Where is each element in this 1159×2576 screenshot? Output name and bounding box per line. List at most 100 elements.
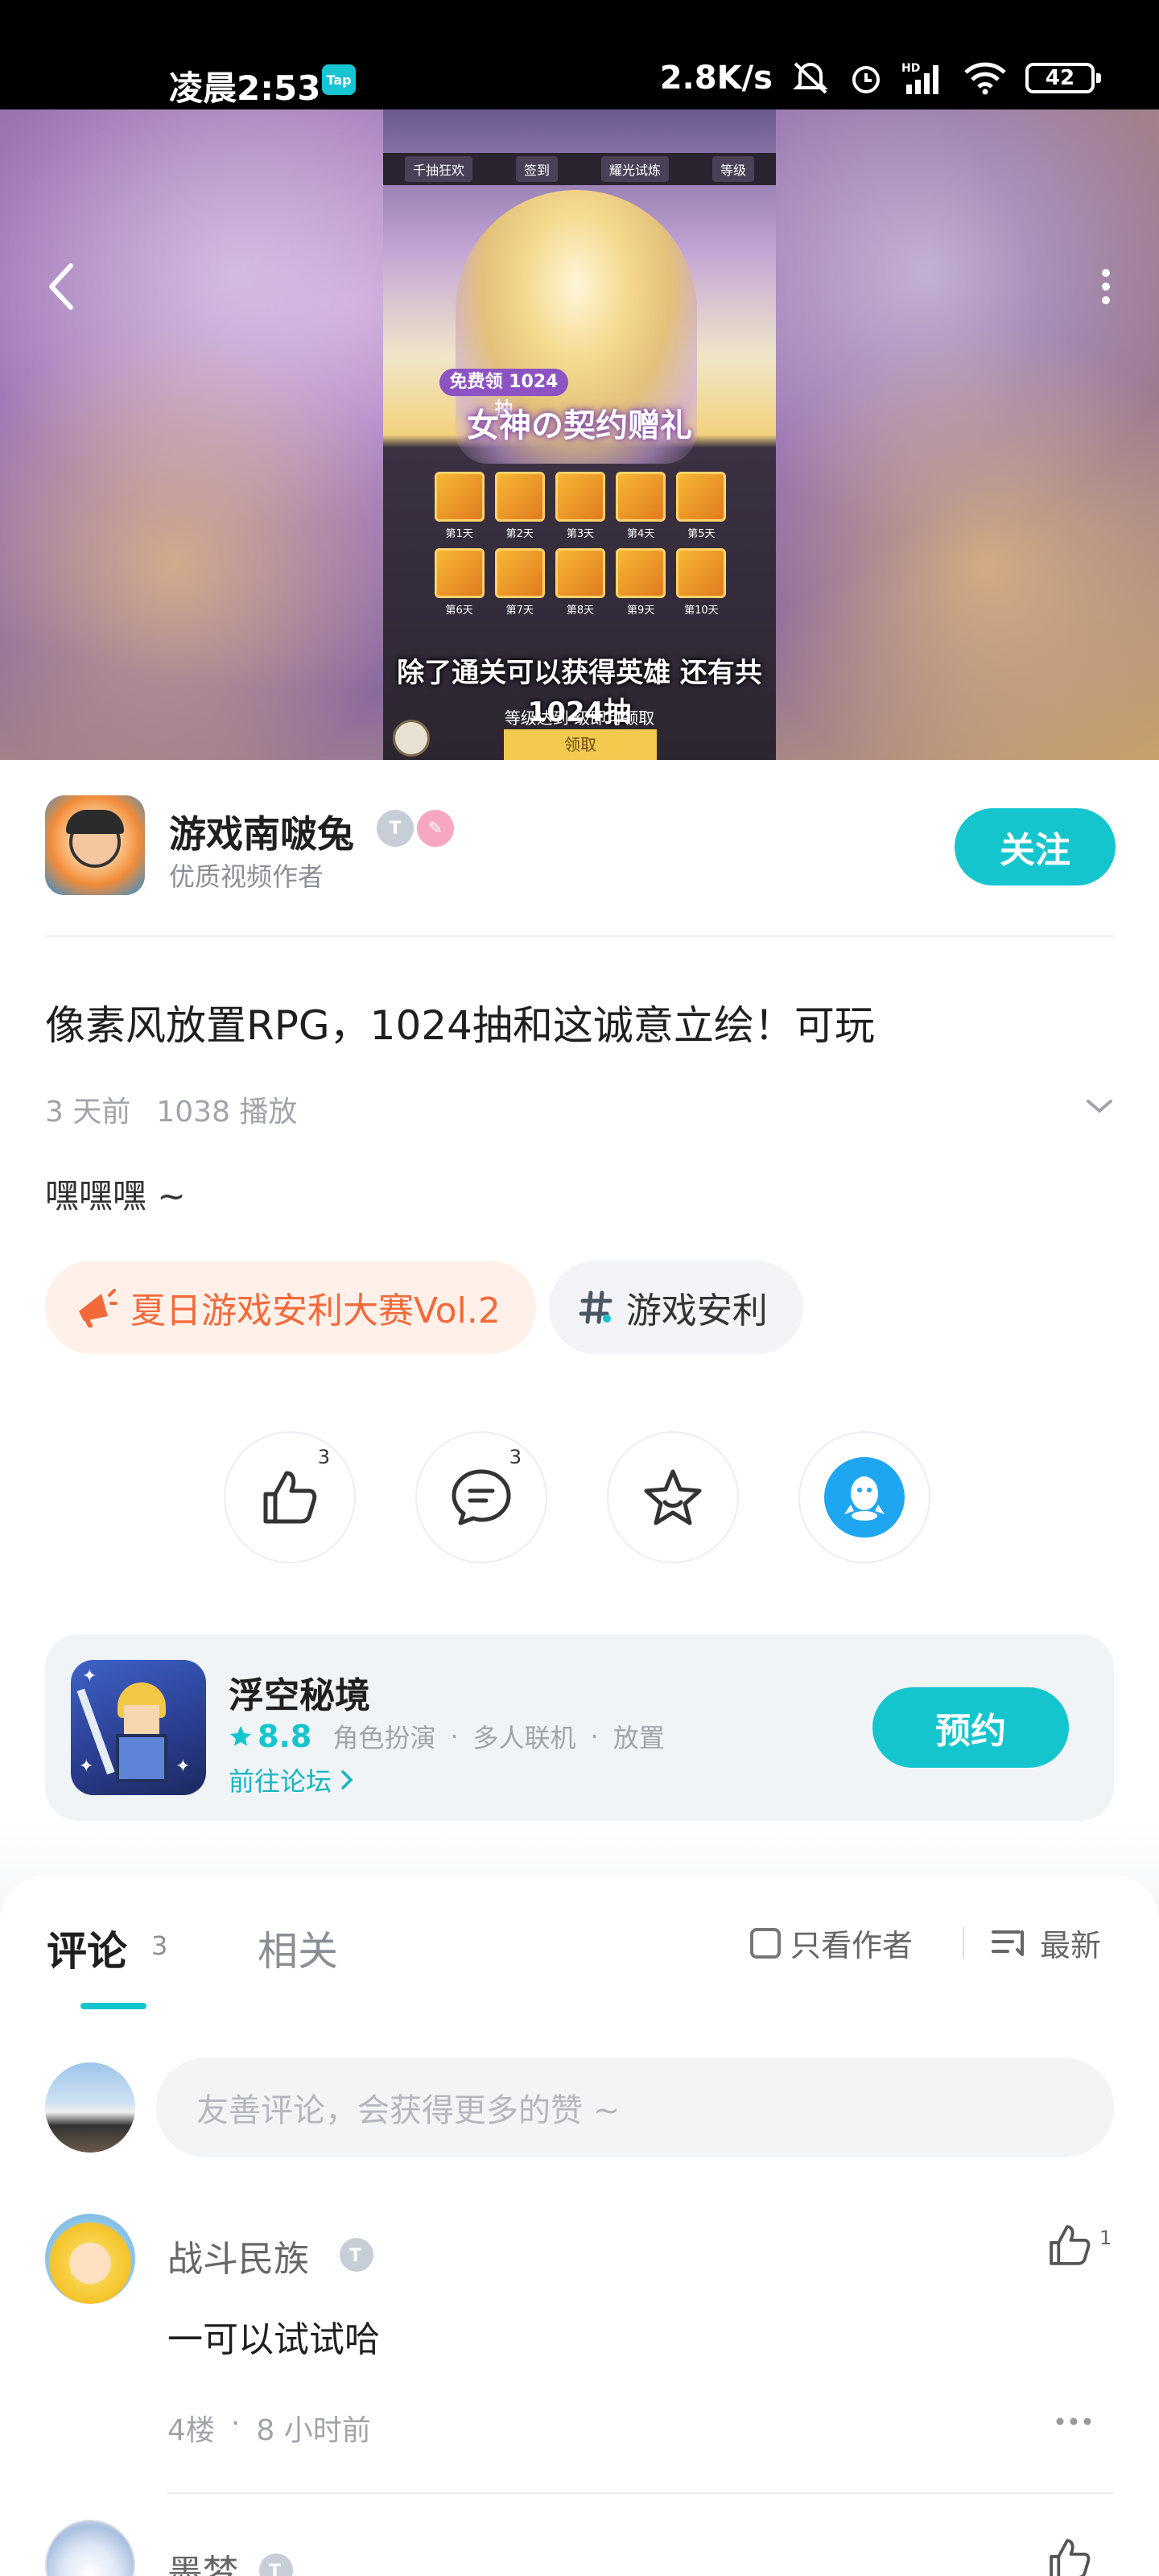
- reserve-button[interactable]: 预约: [872, 1687, 1069, 1768]
- comments-section: 评论 3 相关 只看作者 最新 友善评论，会获得更多的赞 ~ 战斗民族 T 1 …: [0, 1876, 1159, 2576]
- ticket-icon: [676, 548, 727, 598]
- game-rating: 8.8: [258, 1719, 312, 1754]
- reward-cell: 第6天: [431, 548, 487, 617]
- commenter-avatar[interactable]: [45, 2520, 135, 2576]
- tab-related[interactable]: 相关: [258, 1919, 338, 1977]
- comment-like-button[interactable]: [1046, 2222, 1093, 2272]
- game-name[interactable]: 浮空秘境: [229, 1666, 370, 1718]
- video-tab: 等级: [711, 156, 754, 182]
- hero-face: [124, 1705, 159, 1734]
- reward-day-label: 第9天: [627, 605, 655, 617]
- sparkle-icon: ✦: [82, 1666, 97, 1686]
- ticket-icon: [676, 472, 727, 522]
- comment-text: 一可以试试哈: [167, 2319, 380, 2360]
- comment-icon: [452, 1469, 511, 1525]
- hero-body: [116, 1734, 167, 1782]
- video-frame[interactable]: 千抽狂欢 签到 耀光试炼 等级 免费领 1024 抽 女神の契约赠礼 第1天 第…: [383, 109, 776, 760]
- reward-cell: 第7天: [492, 548, 547, 617]
- tag-event[interactable]: 夏日游戏安利大赛Vol.2: [45, 1261, 536, 1354]
- tag-label: 夏日游戏安利大赛Vol.2: [130, 1290, 501, 1331]
- commenter-avatar[interactable]: [45, 2214, 135, 2304]
- comment-time: 8 小时前: [256, 2414, 371, 2447]
- chevron-left-icon: [49, 263, 73, 310]
- status-bar: 凌晨2:53 Tap 2.8K/s HD 42: [0, 0, 1159, 109]
- only-author-toggle[interactable]: 只看作者: [750, 1921, 913, 1965]
- comment-more-button[interactable]: [1054, 2415, 1093, 2430]
- sort-button[interactable]: 最新: [990, 1921, 1101, 1965]
- video-player[interactable]: 千抽狂欢 签到 耀光试炼 等级 免费领 1024 抽 女神の契约赠礼 第1天 第…: [0, 109, 1159, 760]
- follow-button[interactable]: 关注: [955, 808, 1116, 886]
- hashtag-icon: [579, 1290, 612, 1324]
- forum-link[interactable]: 前往论坛: [229, 1761, 354, 1798]
- post-title: 像素风放置RPG，1024抽和这诚意立绘！可玩: [45, 1002, 875, 1049]
- signin-reward-grid: 第1天 第2天 第3天 第4天 第5天 第6天 第7天 第8天 第9天 第10天: [431, 472, 729, 617]
- ticket-icon: [434, 472, 485, 522]
- reward-cell: 第2天: [492, 472, 547, 540]
- more-options-button[interactable]: [1082, 262, 1130, 311]
- tag-topic[interactable]: 游戏安利: [548, 1261, 803, 1354]
- author-avatar[interactable]: [45, 795, 145, 895]
- current-user-avatar: [45, 2062, 135, 2153]
- reward-cell: 第4天: [613, 472, 669, 540]
- author-name[interactable]: 游戏南啵兔: [169, 805, 354, 858]
- share-qq-button[interactable]: [798, 1431, 930, 1563]
- chevron-right-icon: [341, 1770, 353, 1790]
- comment-like-count: 1: [1099, 2227, 1112, 2249]
- author-subtitle: 优质视频作者: [169, 861, 324, 892]
- post-plays: 1038 播放: [156, 1096, 298, 1129]
- comment-button[interactable]: 3: [415, 1431, 547, 1563]
- creator-badge-icon: ✎: [417, 810, 454, 847]
- thumbs-up-icon: [1050, 2539, 1091, 2576]
- meta-separator: ·: [230, 2407, 241, 2440]
- reward-day-label: 第5天: [687, 528, 716, 540]
- reward-cell: 第5天: [674, 472, 729, 540]
- divider: [167, 2492, 1114, 2494]
- genre-separator: ·: [590, 1721, 599, 1752]
- reward-cell: 第8天: [552, 548, 608, 617]
- avatar-hair: [66, 810, 124, 834]
- mute-icon: [790, 60, 831, 96]
- reward-cell: 第1天: [431, 472, 487, 540]
- forum-link-label: 前往论坛: [229, 1766, 332, 1797]
- sparkle-icon: ✦: [79, 1757, 94, 1777]
- wifi-icon: [963, 61, 1008, 95]
- taptap-notification-icon: Tap: [322, 64, 356, 95]
- genre-separator: ·: [450, 1721, 459, 1752]
- game-genre: 多人联机: [472, 1723, 576, 1753]
- favorite-button[interactable]: [607, 1431, 739, 1563]
- tag-list: 夏日游戏安利大赛Vol.2 游戏安利: [45, 1261, 803, 1354]
- action-bar: 3 3: [224, 1431, 930, 1563]
- tab-comments[interactable]: 评论: [47, 1919, 127, 1977]
- comment-input[interactable]: 友善评论，会获得更多的赞 ~: [156, 2058, 1114, 2157]
- game-card[interactable]: ✦ ✦ ✦ 浮空秘境 8.8 角色扮演 · 多人联机 · 放置 前往论坛 预约: [45, 1634, 1114, 1821]
- ticket-icon: [555, 548, 605, 598]
- alarm-icon: [848, 60, 884, 96]
- reward-day-label: 第6天: [445, 605, 473, 617]
- status-time: 凌晨2:53: [169, 68, 321, 108]
- expand-chevron-down-icon[interactable]: [1085, 1096, 1114, 1119]
- ticket-icon: [434, 548, 485, 598]
- video-level-hint: 等级达到 级即可领取: [504, 708, 655, 728]
- commenter-name[interactable]: 墨梦: [167, 2544, 238, 2576]
- comment-like-button[interactable]: [1046, 2536, 1093, 2576]
- reward-day-label: 第10天: [684, 605, 719, 617]
- rating-star-icon: [230, 1726, 251, 1746]
- video-claim-button: 领取: [504, 729, 657, 760]
- game-icon[interactable]: ✦ ✦ ✦: [71, 1660, 206, 1795]
- comment-floor: 4楼: [167, 2414, 215, 2447]
- commenter-name[interactable]: 战斗民族: [167, 2230, 309, 2281]
- reward-cell: 第9天: [613, 548, 669, 617]
- game-genre: 角色扮演: [332, 1723, 436, 1753]
- reward-day-label: 第2天: [505, 528, 534, 540]
- more-horizontal-icon: [1056, 2417, 1091, 2425]
- like-button[interactable]: 3: [224, 1431, 356, 1563]
- back-button[interactable]: [37, 262, 85, 311]
- divider: [963, 1927, 964, 1959]
- reward-day-label: 第8天: [566, 605, 595, 617]
- game-genre: 放置: [612, 1723, 665, 1753]
- svg-text:T: T: [349, 2246, 361, 2266]
- hd-label: HD: [901, 62, 920, 75]
- video-banner-title: 女神の契约赠礼: [467, 407, 692, 444]
- video-tab: 耀光试炼: [600, 156, 669, 182]
- post-meta: 3 天前 1038 播放: [45, 1088, 297, 1130]
